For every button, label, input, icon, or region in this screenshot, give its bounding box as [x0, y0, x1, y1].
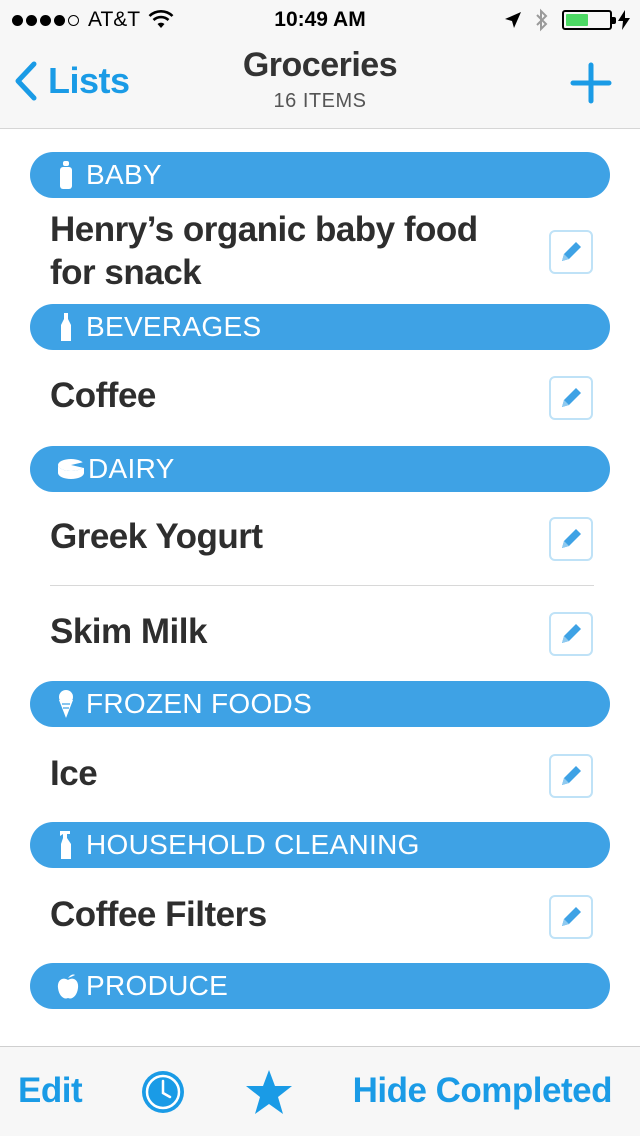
list-item[interactable]: Skim Milk: [50, 610, 595, 656]
item-text: Coffee Filters: [50, 895, 267, 934]
item-count: 16 ITEMS: [273, 90, 367, 112]
bluetooth-icon: [536, 8, 548, 32]
edit-item-button[interactable]: [549, 517, 593, 561]
pencil-icon: [562, 907, 581, 926]
baby-bottle-icon: [60, 161, 72, 189]
location-arrow-icon: [505, 12, 521, 28]
add-item-button[interactable]: [570, 62, 612, 104]
category-label: FROZEN FOODS: [86, 688, 313, 719]
category-label: BABY: [86, 159, 162, 190]
navigation-bar: Lists Groceries 16 ITEMS: [0, 40, 640, 129]
item-text: Ice: [50, 754, 98, 793]
charging-bolt-icon: [618, 10, 630, 30]
battery-level: [566, 14, 588, 26]
status-right: [504, 8, 630, 32]
pencil-icon: [562, 766, 581, 785]
category-header-produce: PRODUCE: [30, 963, 610, 1009]
cheese-icon: [58, 459, 84, 479]
category-header-beverages: BEVERAGES: [30, 304, 610, 350]
edit-item-button[interactable]: [549, 895, 593, 939]
page-title: Groceries: [242, 46, 398, 84]
pencil-icon: [562, 242, 581, 261]
clock-icon[interactable]: [140, 1069, 186, 1115]
list-item[interactable]: Ice: [50, 752, 595, 798]
hide-completed-button[interactable]: Hide Completed: [353, 1071, 613, 1111]
category-label: PRODUCE: [86, 970, 229, 1001]
toolbar: Edit Hide Completed: [0, 1046, 640, 1136]
item-divider: [50, 585, 594, 586]
pencil-icon: [562, 624, 581, 643]
category-label: HOUSEHOLD CLEANING: [86, 829, 420, 860]
item-text: Skim Milk: [50, 612, 207, 651]
pencil-icon: [562, 388, 581, 407]
bottle-icon: [61, 313, 71, 341]
status-bar: AT&T 10:49 AM: [0, 0, 640, 40]
category-header-dairy: DAIRY: [30, 446, 610, 492]
category-header-household-cleaning: HOUSEHOLD CLEANING: [30, 822, 610, 868]
list-item[interactable]: Coffee: [50, 374, 595, 420]
item-text: Coffee: [50, 376, 156, 415]
ice-cream-icon: [59, 690, 73, 718]
item-text: Greek Yogurt: [50, 517, 263, 556]
list-item[interactable]: Greek Yogurt: [50, 515, 595, 561]
category-label: BEVERAGES: [86, 311, 262, 342]
app-screen: AT&T 10:49 AM Lists Groceries 16 ITEMS B…: [0, 0, 640, 1136]
edit-button[interactable]: Edit: [18, 1071, 83, 1111]
grocery-list: BABY Henry’s organic baby food for snack…: [0, 130, 640, 1046]
category-label: DAIRY: [88, 453, 175, 484]
edit-item-button[interactable]: [549, 612, 593, 656]
apple-icon: [57, 974, 79, 999]
item-text: Henry’s organic baby food for snack: [50, 210, 478, 292]
battery-tip: [612, 17, 616, 24]
spray-bottle-icon: [60, 831, 71, 859]
list-item[interactable]: Coffee Filters: [50, 893, 595, 939]
edit-item-button[interactable]: [549, 376, 593, 420]
category-header-frozen-foods: FROZEN FOODS: [30, 681, 610, 727]
pencil-icon: [562, 529, 581, 548]
edit-item-button[interactable]: [549, 230, 593, 274]
category-header-baby: BABY: [30, 152, 610, 198]
list-item[interactable]: Henry’s organic baby food for snack: [50, 208, 595, 294]
battery-icon: [562, 10, 616, 30]
star-icon[interactable]: [244, 1068, 294, 1118]
edit-item-button[interactable]: [549, 754, 593, 798]
